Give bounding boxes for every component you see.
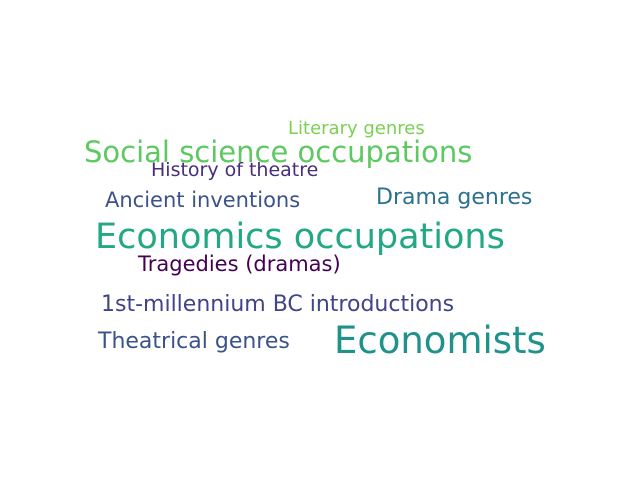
word-cloud: Literary genres Social science occupatio… — [0, 0, 640, 480]
word-1st-millennium-bc-introductions: 1st-millennium BC introductions — [101, 292, 455, 317]
word-economics-occupations: Economics occupations — [95, 217, 505, 257]
word-economists: Economists — [334, 319, 546, 362]
word-history-of-theatre: History of theatre — [151, 159, 319, 181]
word-theatrical-genres: Theatrical genres — [98, 329, 290, 354]
word-ancient-inventions: Ancient inventions — [105, 188, 301, 212]
word-drama-genres: Drama genres — [376, 185, 533, 210]
word-tragedies-dramas: Tragedies (dramas) — [138, 252, 341, 276]
